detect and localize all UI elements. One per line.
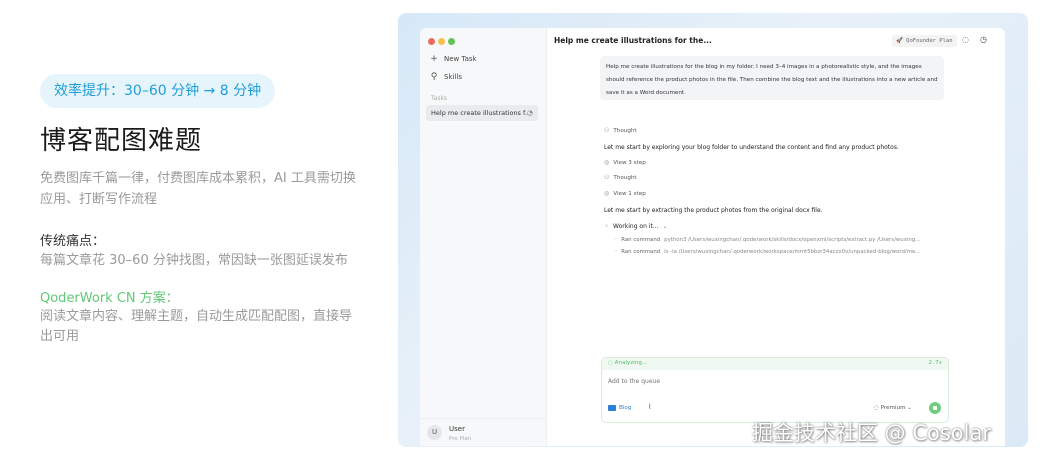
main-panel: Help me create illustrations for the... …	[547, 28, 1005, 446]
user-profile[interactable]: U User Pro Plan	[420, 418, 547, 446]
assistant-reply-1: Let me start by exploring your blog fold…	[604, 144, 899, 151]
plan-badge[interactable]: 🚀 QoFounder Plan	[892, 35, 957, 47]
folder-icon	[608, 405, 616, 411]
thought-label: Thought	[613, 174, 637, 181]
thought-row-2[interactable]: ⚇ Thought	[604, 174, 637, 181]
queue-input[interactable]	[608, 378, 908, 385]
assistant-reply-2: Let me start by extracting the product p…	[604, 207, 823, 214]
marketing-panel: 效率提升：30–60 分钟 → 8 分钟 博客配图难题 免费图库千篇一律，付费图…	[40, 0, 370, 461]
user-message: Help me create illustrations for the blo…	[600, 56, 944, 100]
close-window-button[interactable]	[428, 38, 435, 45]
stop-button[interactable]	[929, 402, 941, 414]
command-label: Ran command	[621, 249, 661, 255]
working-icon: ⁘	[604, 223, 610, 230]
attach-icon[interactable]: ⌇	[648, 403, 651, 411]
user-name: User	[449, 425, 465, 433]
pain-body: 每篇文章花 30–60 分钟找图，常因缺一张图延误发布	[40, 253, 348, 268]
clock-icon[interactable]: ◷	[980, 35, 987, 44]
folder-chip-label: Blog	[619, 405, 632, 411]
working-label: Working on it...	[613, 223, 659, 230]
elapsed-time: 2.7s	[928, 360, 942, 366]
new-task-button[interactable]: + New Task	[430, 54, 477, 64]
pain-heading: 传统痛点：	[40, 234, 106, 249]
thought-icon: ⚇	[604, 127, 610, 134]
minimize-window-button[interactable]	[438, 38, 445, 45]
steps-icon: ◎	[604, 190, 610, 197]
tasks-section-label: Tasks	[431, 95, 448, 102]
command-icon: ◦	[614, 237, 618, 243]
thought-icon: ⚇	[604, 174, 610, 181]
analyzing-label: ◌ Analyzing...	[608, 360, 648, 366]
view-steps-1[interactable]: ◎ View 3 step	[604, 159, 646, 166]
sidebar-task-item[interactable]: Help me create illustrations f... ◔	[426, 105, 538, 121]
view-steps-label: View 1 step	[613, 190, 646, 197]
app-window: + New Task ⚲ Skills Tasks Help me create…	[420, 28, 1005, 446]
efficiency-badge: 效率提升：30–60 分钟 → 8 分钟	[40, 74, 276, 108]
model-selector[interactable]: ◌ Premium ⌄	[874, 405, 912, 411]
solution-body: 阅读文章内容、理解主题，自动生成匹配配图，直接导出可用	[40, 309, 353, 344]
composer: ◌ Analyzing... 2.7s Blog ⌇ ◌ Premium ⌄	[601, 357, 949, 423]
thought-label: Thought	[613, 127, 637, 134]
folder-chip[interactable]: Blog	[608, 405, 631, 411]
steps-icon: ◎	[604, 159, 610, 166]
view-steps-2[interactable]: ◎ View 1 step	[604, 190, 646, 197]
problem-description: 免费图库千篇一律，付费图库成本累积，AI 工具需切换应用、打断写作流程	[40, 171, 356, 207]
conversation-header: Help me create illustrations for the... …	[547, 28, 1005, 54]
sidebar: + New Task ⚲ Skills Tasks Help me create…	[420, 28, 547, 446]
window-controls	[428, 38, 455, 45]
avatar: U	[427, 425, 442, 440]
skills-icon: ⚲	[430, 72, 438, 82]
thought-row-1[interactable]: ⚇ Thought	[604, 127, 637, 134]
task-item-label: Help me create illustrations f...	[431, 109, 532, 117]
plus-icon: +	[430, 54, 438, 64]
working-row[interactable]: ⁘ Working on it... ⌄	[604, 223, 668, 230]
skills-button[interactable]: ⚲ Skills	[430, 72, 462, 82]
command-row-1[interactable]: ◦ Ran command python3 /Users/wuxingchan/…	[614, 237, 939, 243]
maximize-window-button[interactable]	[448, 38, 455, 45]
view-steps-label: View 3 step	[613, 159, 646, 166]
analyzing-status-bar: ◌ Analyzing... 2.7s	[602, 358, 948, 370]
solution-heading: QoderWork CN 方案：	[40, 291, 179, 306]
command-args: ls -la /Users/wuxingchan/.qoderwork/work…	[664, 249, 921, 255]
command-args: python3 /Users/wuxingchan/.qoderwork/ski…	[664, 237, 921, 243]
chat-icon[interactable]: ◌	[962, 35, 969, 44]
screenshot-frame: + New Task ⚲ Skills Tasks Help me create…	[398, 13, 1028, 447]
loading-spinner-icon: ◔	[526, 109, 533, 117]
page-title: 博客配图难题	[40, 126, 203, 156]
conversation-title: Help me create illustrations for the...	[554, 36, 712, 45]
command-label: Ran command	[621, 237, 661, 243]
skills-label: Skills	[444, 73, 462, 81]
user-plan: Pro Plan	[449, 436, 472, 442]
new-task-label: New Task	[444, 55, 477, 63]
chevron-down-icon: ⌄	[662, 223, 668, 230]
watermark: 掘金技术社区 @ Cosolar	[752, 421, 991, 445]
command-row-2[interactable]: ◦ Ran command ls -la /Users/wuxingchan/.…	[614, 249, 939, 255]
command-icon: ◦	[614, 249, 618, 255]
